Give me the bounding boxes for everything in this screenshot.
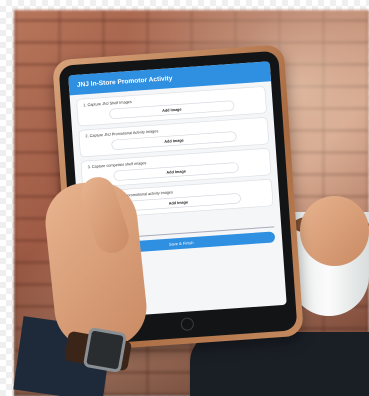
wristwatch-face bbox=[82, 327, 128, 373]
right-hand bbox=[300, 196, 369, 266]
photo-scene: JNJ In-Store Promotor Activity 1. Captur… bbox=[0, 0, 369, 396]
app-title: JNJ In-Store Promotor Activity bbox=[76, 74, 173, 89]
home-button[interactable] bbox=[180, 317, 195, 332]
